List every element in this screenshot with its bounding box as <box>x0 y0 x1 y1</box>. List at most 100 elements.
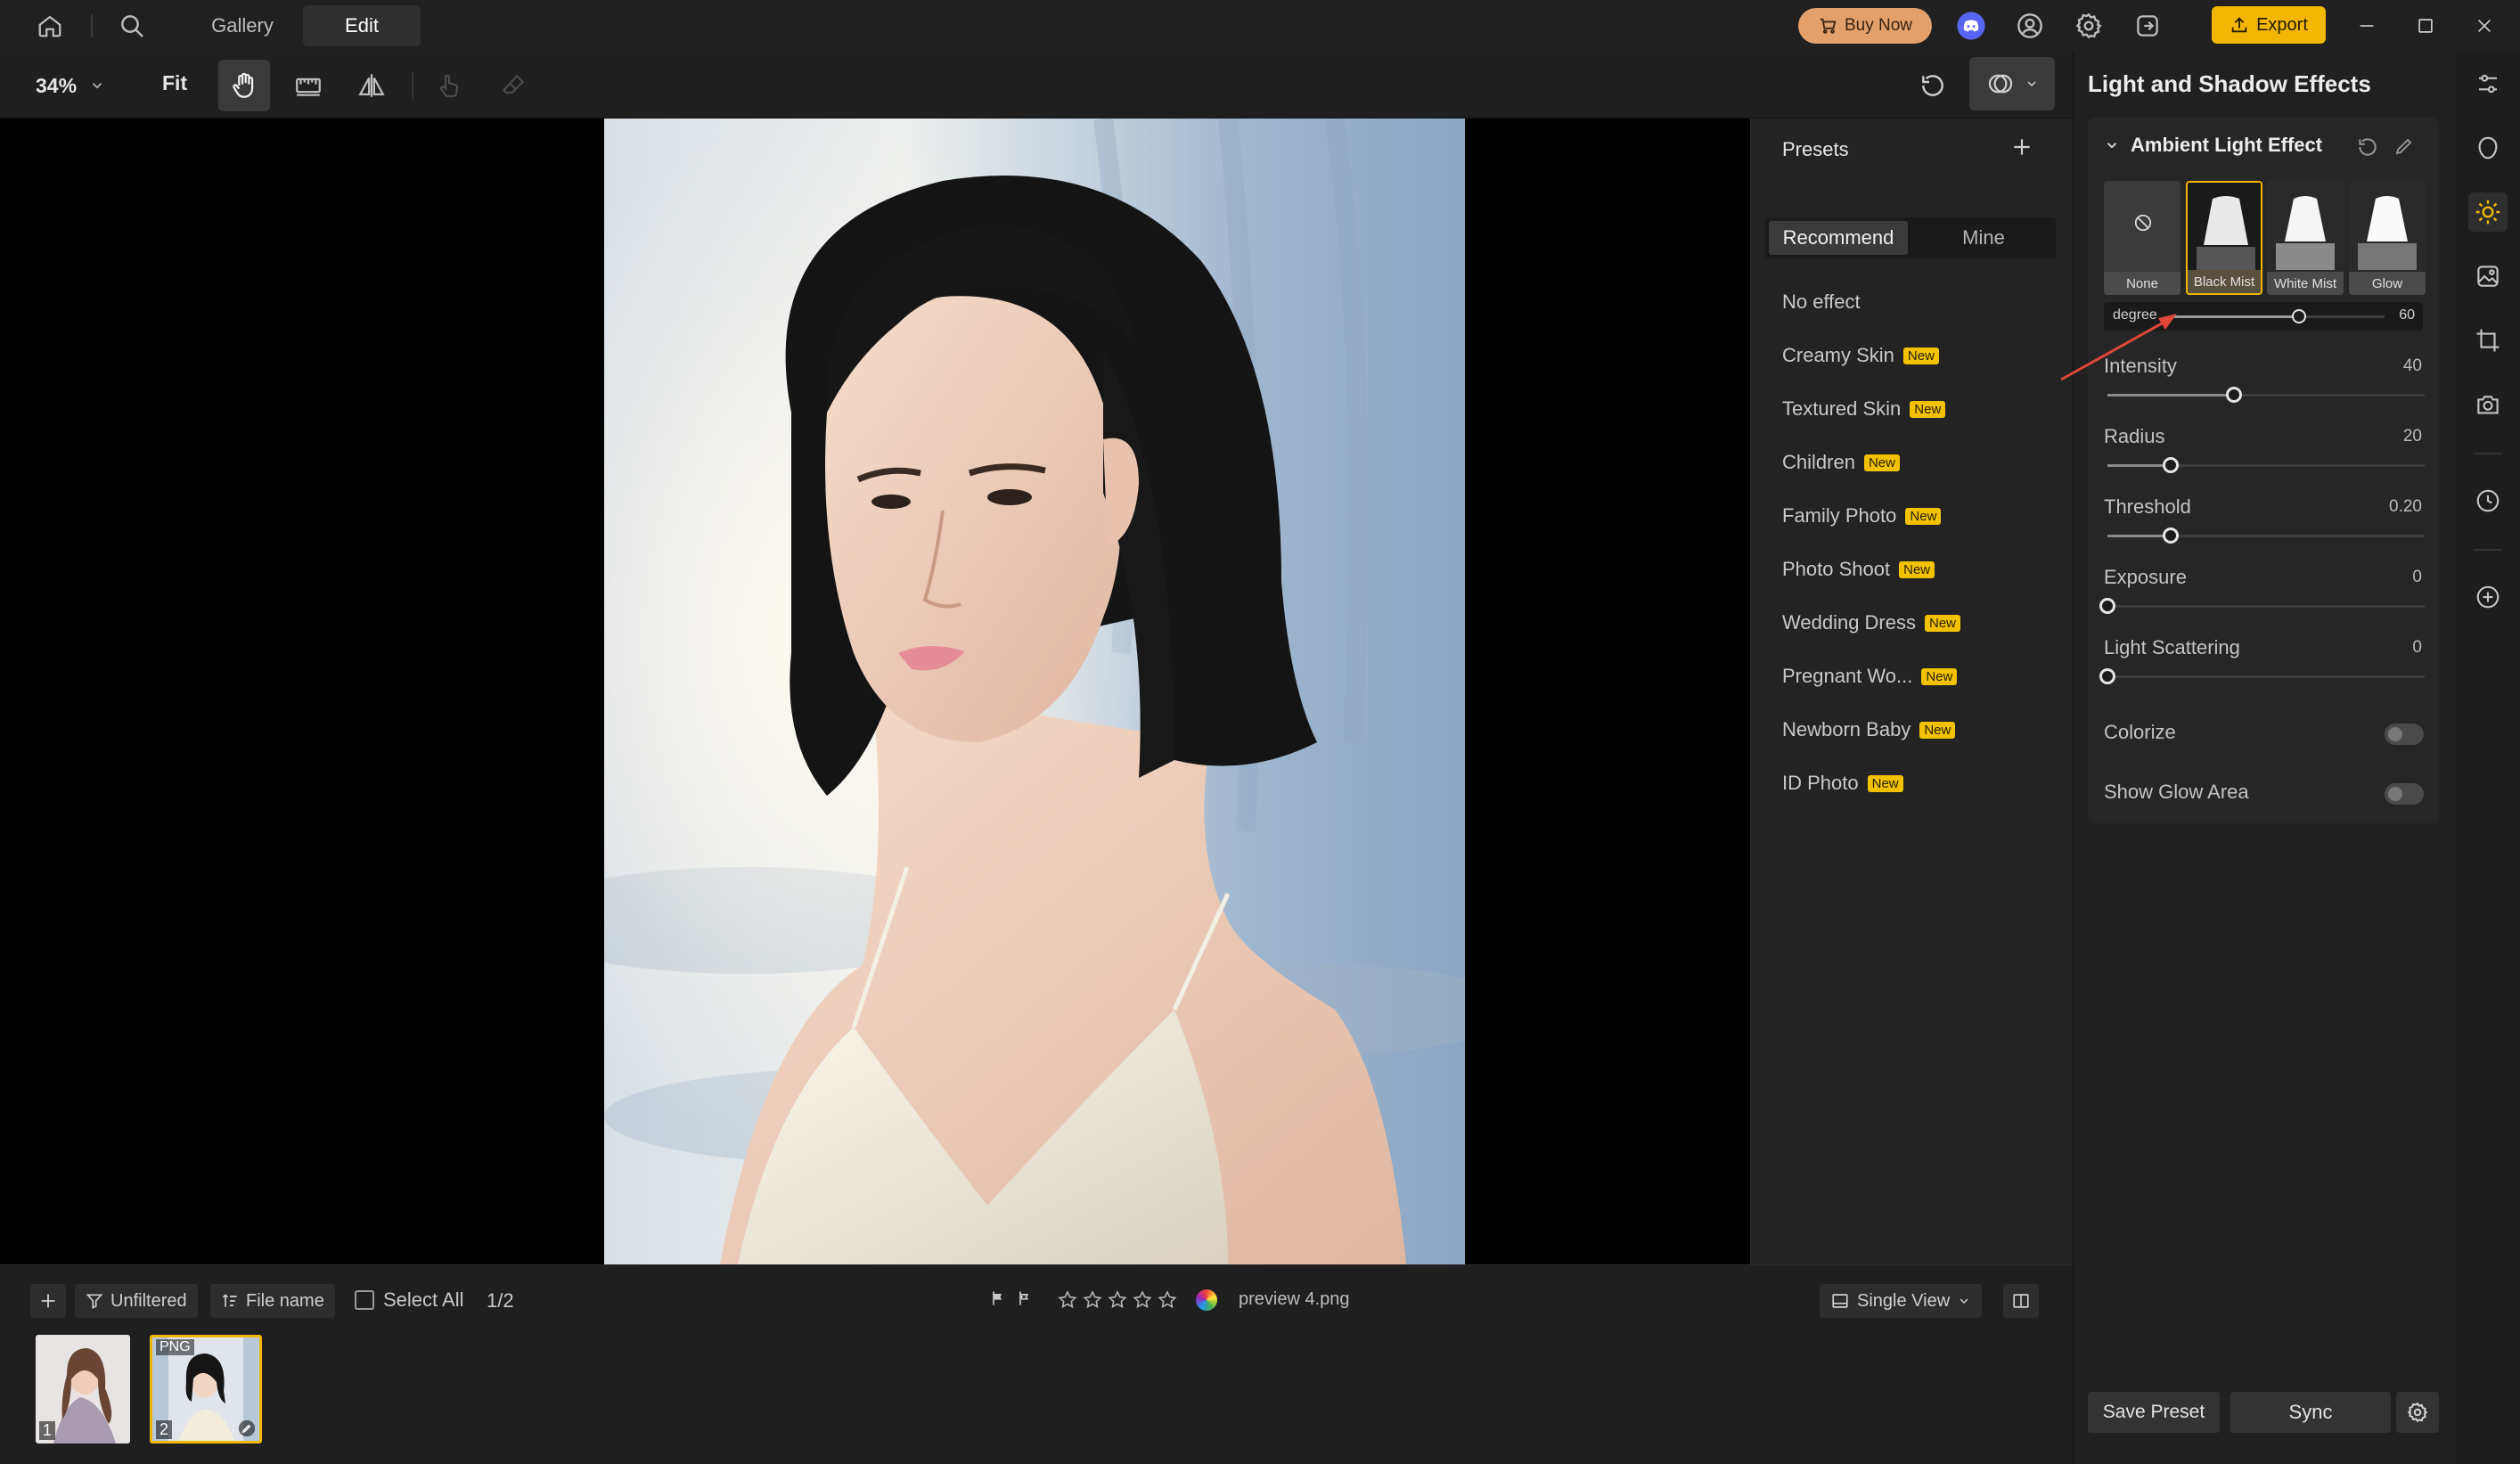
preset-item[interactable]: Creamy Skin New <box>1782 344 1939 367</box>
discord-icon[interactable] <box>1955 10 1987 42</box>
no-effect-icon <box>2133 213 2153 233</box>
colorize-toggle[interactable] <box>2385 724 2424 745</box>
light-effects-sun-icon[interactable] <box>2468 192 2508 232</box>
select-all-checkbox[interactable]: Select All <box>355 1288 464 1312</box>
touch-tool-icon[interactable] <box>423 60 475 111</box>
tab-edit[interactable]: Edit <box>303 5 421 46</box>
preset-item[interactable]: Family Photo New <box>1782 504 1942 528</box>
close-icon[interactable] <box>2468 10 2500 42</box>
star-icon[interactable] <box>1107 1289 1128 1311</box>
lamp-icon <box>2349 181 2426 272</box>
hand-tool-icon[interactable] <box>218 60 270 111</box>
settings-gear-icon[interactable] <box>2073 10 2105 42</box>
search-icon[interactable] <box>116 10 148 42</box>
effect-none[interactable]: None <box>2104 181 2180 295</box>
star-icon[interactable] <box>1132 1289 1153 1311</box>
star-icon[interactable] <box>1082 1289 1103 1311</box>
section-ambient-light-header[interactable]: Ambient Light Effect <box>2104 134 2322 157</box>
flag-group <box>989 1289 1034 1307</box>
preset-label: No effect <box>1782 290 1861 313</box>
sync-button[interactable]: Sync <box>2230 1392 2391 1433</box>
preset-label: Wedding Dress <box>1782 611 1916 634</box>
preset-label: Newborn Baby <box>1782 718 1911 740</box>
add-circle-icon[interactable] <box>2468 577 2508 617</box>
save-preset-button[interactable]: Save Preset <box>2088 1392 2220 1433</box>
face-retouch-icon[interactable] <box>2468 128 2508 168</box>
effect-glow[interactable]: Glow <box>2349 181 2426 295</box>
color-label-icon[interactable] <box>1196 1289 1217 1311</box>
compare-ruler-icon[interactable] <box>282 60 334 111</box>
history-clock-icon[interactable] <box>2468 481 2508 520</box>
preset-item[interactable]: Wedding Dress New <box>1782 611 1961 634</box>
slider-track[interactable] <box>2107 528 2425 544</box>
divider <box>2474 549 2502 551</box>
preset-item[interactable]: Textured Skin New <box>1782 397 1946 421</box>
slider-track[interactable] <box>2107 457 2425 473</box>
preset-label: Creamy Skin <box>1782 344 1894 366</box>
account-icon[interactable] <box>2014 10 2046 42</box>
export-button[interactable]: Export <box>2212 6 2326 44</box>
buy-now-button[interactable]: Buy Now <box>1798 8 1932 44</box>
tab-gallery[interactable]: Gallery <box>187 5 298 46</box>
background-image-icon[interactable] <box>2468 257 2508 296</box>
minimize-icon[interactable] <box>2351 10 2383 42</box>
add-preset-icon[interactable] <box>2010 135 2033 159</box>
lamp-icon <box>2267 181 2344 272</box>
sort-button[interactable]: File name <box>210 1284 335 1318</box>
single-view-select[interactable]: Single View <box>1820 1284 1983 1318</box>
camera-icon[interactable] <box>2468 385 2508 424</box>
reset-icon[interactable] <box>2356 135 2379 159</box>
preset-item[interactable]: Photo Shoot New <box>1782 558 1935 581</box>
edit-pencil-icon[interactable] <box>2393 135 2415 157</box>
new-badge: New <box>1867 774 1903 792</box>
filter-button[interactable]: Unfiltered <box>75 1284 198 1318</box>
effect-black-mist[interactable]: Black Mist <box>2186 181 2262 295</box>
tab-recommend[interactable]: Recommend <box>1769 221 1908 255</box>
chevron-down-icon <box>89 78 105 94</box>
fit-button[interactable]: Fit <box>162 71 187 95</box>
effect-white-mist[interactable]: White Mist <box>2267 181 2344 295</box>
degree-knob[interactable] <box>2292 309 2306 323</box>
slider-track[interactable] <box>2107 387 2425 403</box>
chevron-down-icon <box>2104 137 2120 153</box>
preset-item[interactable]: No effect <box>1782 290 1861 314</box>
preset-item[interactable]: Pregnant Wo... New <box>1782 665 1958 688</box>
star-icon[interactable] <box>1157 1289 1178 1311</box>
filmstrip-thumb-2[interactable]: PNG 2 <box>150 1335 262 1444</box>
crop-icon[interactable] <box>2468 321 2508 360</box>
current-filename: preview 4.png <box>1239 1289 1350 1309</box>
preset-label: Family Photo <box>1782 504 1897 527</box>
eraser-icon[interactable] <box>487 60 539 111</box>
filmstrip-thumb-1[interactable]: 1 <box>36 1335 130 1444</box>
home-icon[interactable] <box>34 10 66 42</box>
reset-icon[interactable] <box>1907 60 1959 111</box>
adjust-sliders-icon[interactable] <box>2468 64 2508 103</box>
slider-track[interactable] <box>2099 598 2425 614</box>
slider-knob[interactable] <box>2099 598 2115 614</box>
slider-value: 0 <box>2412 638 2422 657</box>
view-mode-button[interactable] <box>1969 57 2055 110</box>
flip-icon[interactable] <box>346 60 397 111</box>
slider-track[interactable] <box>2099 668 2425 684</box>
edited-pencil-icon <box>238 1419 256 1437</box>
slider-knob[interactable] <box>2099 668 2115 684</box>
zoom-select[interactable]: 34% <box>36 70 105 102</box>
star-icon[interactable] <box>1057 1289 1078 1311</box>
star-rating[interactable] <box>1057 1289 1178 1311</box>
compare-view-button[interactable] <box>2003 1284 2039 1318</box>
sync-settings-button[interactable] <box>2396 1392 2439 1433</box>
add-photo-button[interactable] <box>30 1284 66 1318</box>
preset-item[interactable]: Children New <box>1782 451 1900 474</box>
tab-mine[interactable]: Mine <box>1914 221 2053 255</box>
flag-pick-icon[interactable] <box>989 1289 1007 1307</box>
export-label: Export <box>2256 14 2308 35</box>
preset-item[interactable]: ID Photo New <box>1782 772 1903 795</box>
show-glow-area-toggle[interactable] <box>2385 783 2424 805</box>
panel-title: Light and Shadow Effects <box>2088 70 2371 97</box>
maximize-icon[interactable] <box>2410 10 2442 42</box>
share-exit-icon[interactable] <box>2131 10 2164 42</box>
section-title: Ambient Light Effect <box>2131 134 2323 156</box>
new-badge: New <box>1925 614 1961 632</box>
flag-reject-icon[interactable] <box>1016 1289 1034 1307</box>
preset-item[interactable]: Newborn Baby New <box>1782 718 1956 741</box>
